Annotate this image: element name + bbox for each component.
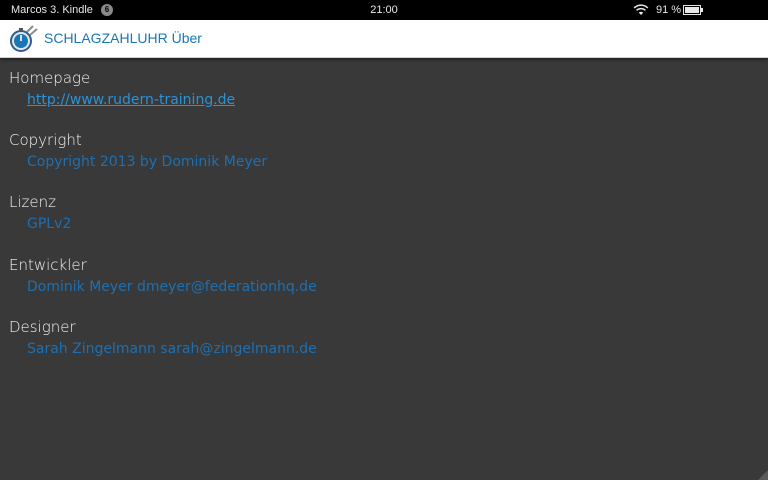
- section-title: Entwickler: [9, 256, 87, 274]
- section-copyright: Copyright Copyright 2013 by Dominik Meye…: [9, 130, 267, 171]
- homepage-link[interactable]: http://www.rudern-training.de: [27, 91, 235, 109]
- section-title: Lizenz: [9, 193, 57, 211]
- developer-value: Dominik Meyer dmeyer@federationhq.de: [27, 279, 317, 295]
- wifi-icon: [633, 4, 649, 15]
- status-time: 21:00: [370, 4, 398, 16]
- section-homepage: Homepage http://www.rudern-training.de: [9, 68, 235, 109]
- section-designer: Designer Sarah Zingelmann sarah@zingelma…: [9, 317, 317, 358]
- battery-percent: 91 %: [656, 4, 682, 16]
- action-bar: SCHLAGZAHLUHR Über: [0, 20, 768, 58]
- app-title: SCHLAGZAHLUHR Über: [44, 30, 202, 46]
- battery-icon: [683, 5, 703, 15]
- section-title: Designer: [9, 318, 76, 336]
- section-license: Lizenz GPLv2: [9, 192, 71, 233]
- about-content: Homepage http://www.rudern-training.de C…: [0, 58, 768, 480]
- resize-corner-mark: [758, 470, 768, 480]
- status-bar: Marcos 3. Kindle 6 21:00 91 %: [0, 0, 768, 20]
- designer-value: Sarah Zingelmann sarah@zingelmann.de: [27, 341, 317, 357]
- license-value: GPLv2: [27, 216, 72, 232]
- copyright-value: Copyright 2013 by Dominik Meyer: [27, 154, 268, 170]
- section-developer: Entwickler Dominik Meyer dmeyer@federati…: [9, 255, 317, 296]
- section-title: Copyright: [9, 131, 82, 149]
- stopwatch-icon[interactable]: [9, 24, 39, 54]
- section-title: Homepage: [9, 69, 91, 87]
